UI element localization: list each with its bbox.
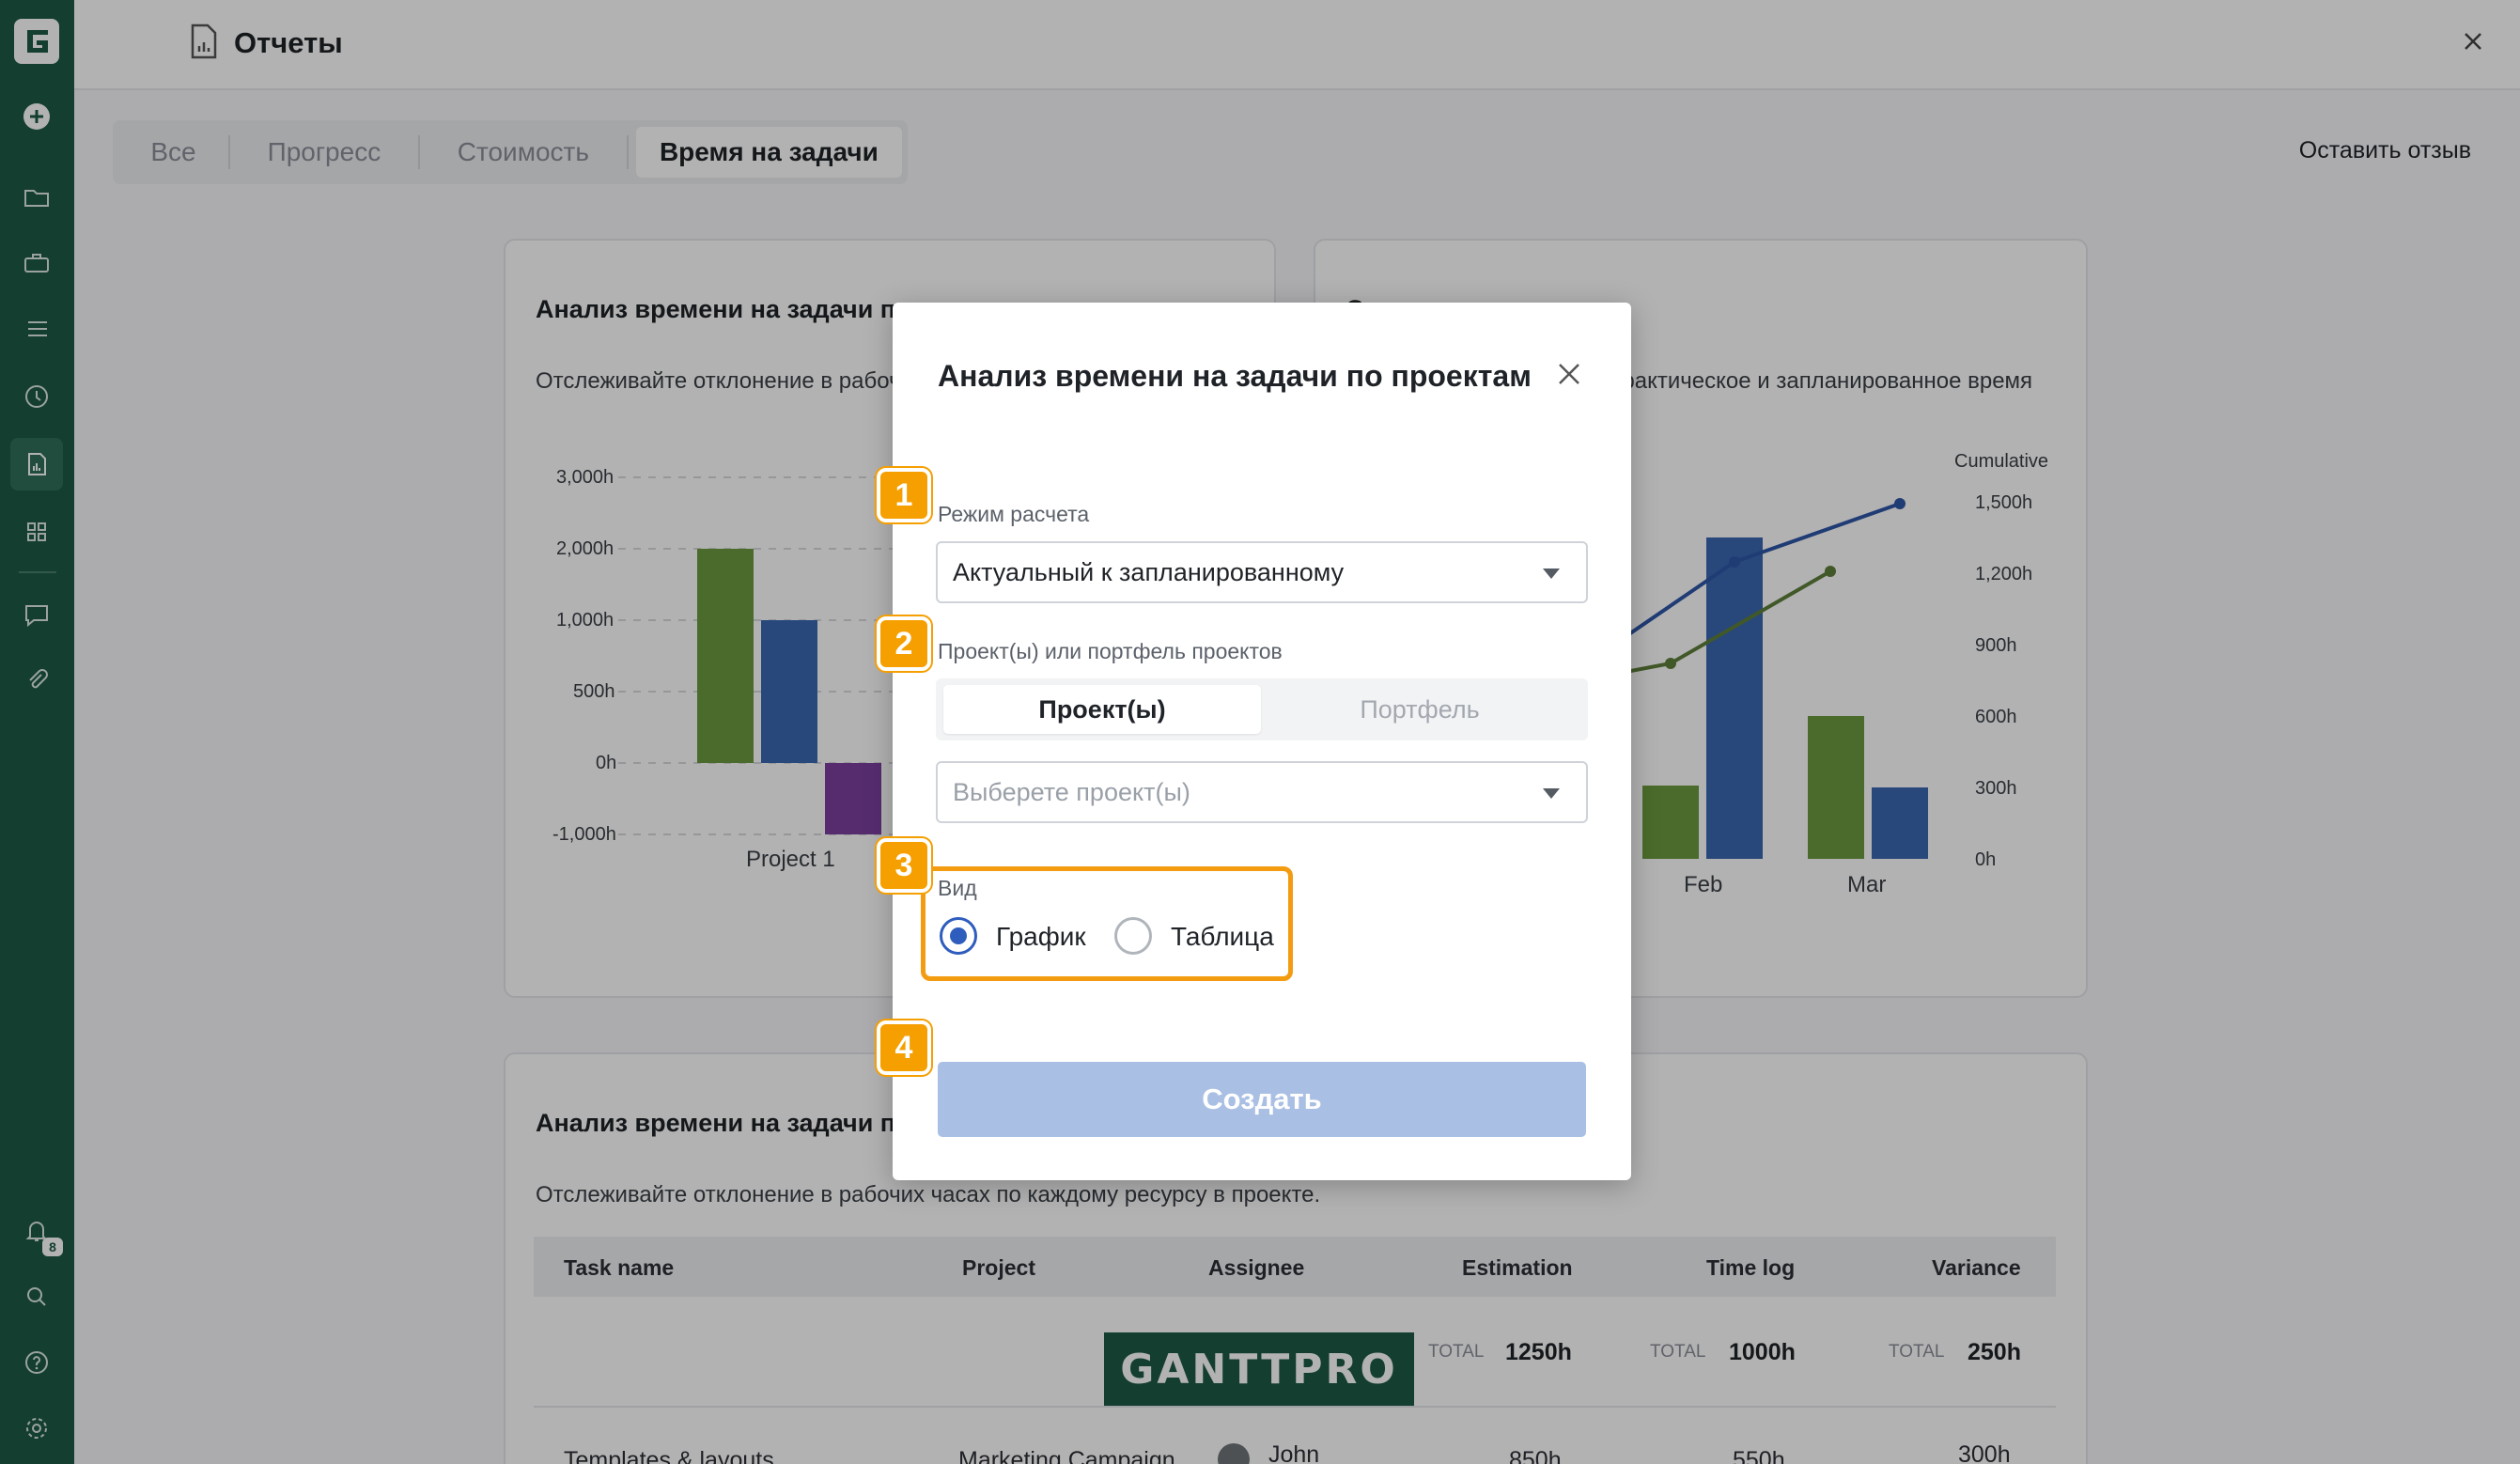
mode-select-value: Актуальный к запланированному — [953, 557, 1345, 586]
create-report-dialog: Анализ времени на задачи по проектам Реж… — [893, 303, 1631, 1180]
scope-segmented-control: Проект(ы) Портфель — [936, 678, 1588, 740]
step-marker-3: 3 — [877, 838, 931, 893]
projects-label: Проект(ы) или портфель проектов — [938, 639, 1283, 663]
projects-placeholder: Выберете проект(ы) — [953, 777, 1190, 806]
step-marker-4: 4 — [877, 1020, 931, 1075]
step-marker-2: 2 — [877, 616, 931, 671]
seg-portfolio[interactable]: Портфель — [1261, 685, 1579, 734]
chevron-down-icon — [1543, 568, 1560, 579]
view-highlight — [921, 866, 1293, 981]
seg-projects[interactable]: Проект(ы) — [943, 685, 1261, 734]
dialog-title: Анализ времени на задачи по проектам — [938, 359, 1532, 393]
chevron-down-icon — [1543, 788, 1560, 799]
create-button[interactable]: Создать — [938, 1062, 1586, 1137]
mode-label: Режим расчета — [938, 502, 1090, 526]
step-marker-1: 1 — [877, 468, 931, 522]
projects-select[interactable]: Выберете проект(ы) — [936, 761, 1588, 823]
mode-select[interactable]: Актуальный к запланированному — [936, 541, 1588, 603]
close-icon[interactable] — [1554, 359, 1584, 389]
